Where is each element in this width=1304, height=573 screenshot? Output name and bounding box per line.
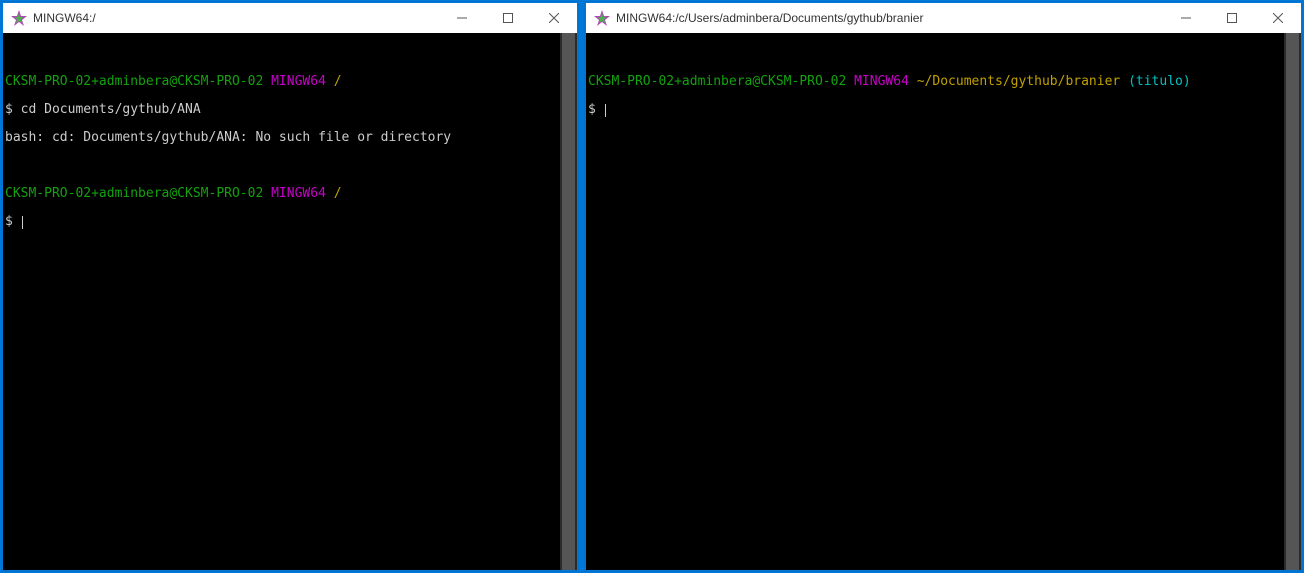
vertical-scrollbar[interactable] bbox=[1284, 33, 1301, 570]
terminal-body[interactable]: CKSM-PRO-02+adminbera@CKSM-PRO-02 MINGW6… bbox=[3, 33, 577, 570]
terminal-window-left: MINGW64:/ CKSM-PRO-02+adminbera@CKSM-PRO… bbox=[2, 2, 578, 571]
window-title: MINGW64:/c/Users/adminbera/Documents/gyt… bbox=[616, 11, 1163, 25]
window-controls bbox=[1163, 3, 1301, 33]
command-line: $ cd Documents/gythub/ANA bbox=[5, 103, 575, 117]
minimize-button[interactable] bbox=[1163, 3, 1209, 33]
command-line: $ bbox=[5, 214, 21, 229]
prompt-userhost: CKSM-PRO-02+adminbera@CKSM-PRO-02 bbox=[588, 74, 846, 89]
prompt-path: / bbox=[334, 186, 342, 201]
maximize-button[interactable] bbox=[485, 3, 531, 33]
app-icon bbox=[594, 10, 610, 26]
cursor bbox=[605, 104, 606, 117]
window-controls bbox=[439, 3, 577, 33]
titlebar[interactable]: MINGW64:/ bbox=[3, 3, 577, 33]
terminal-body[interactable]: CKSM-PRO-02+adminbera@CKSM-PRO-02 MINGW6… bbox=[586, 33, 1301, 570]
maximize-button[interactable] bbox=[1209, 3, 1255, 33]
error-output: bash: cd: Documents/gythub/ANA: No such … bbox=[5, 131, 575, 145]
cursor bbox=[22, 216, 23, 229]
terminal-window-right: MINGW64:/c/Users/adminbera/Documents/gyt… bbox=[585, 2, 1302, 571]
prompt-env: MINGW64 bbox=[854, 74, 909, 89]
vertical-scrollbar[interactable] bbox=[560, 33, 577, 570]
close-button[interactable] bbox=[531, 3, 577, 33]
prompt-path: / bbox=[334, 74, 342, 89]
titlebar[interactable]: MINGW64:/c/Users/adminbera/Documents/gyt… bbox=[586, 3, 1301, 33]
close-button[interactable] bbox=[1255, 3, 1301, 33]
prompt-path: ~/Documents/gythub/branier bbox=[917, 74, 1121, 89]
prompt-env: MINGW64 bbox=[271, 186, 326, 201]
window-title: MINGW64:/ bbox=[33, 11, 439, 25]
command-line: $ bbox=[588, 102, 604, 117]
prompt-userhost: CKSM-PRO-02+adminbera@CKSM-PRO-02 bbox=[5, 186, 263, 201]
prompt-env: MINGW64 bbox=[271, 74, 326, 89]
prompt-userhost: CKSM-PRO-02+adminbera@CKSM-PRO-02 bbox=[5, 74, 263, 89]
prompt-branch: (titulo) bbox=[1128, 74, 1191, 89]
app-icon bbox=[11, 10, 27, 26]
minimize-button[interactable] bbox=[439, 3, 485, 33]
